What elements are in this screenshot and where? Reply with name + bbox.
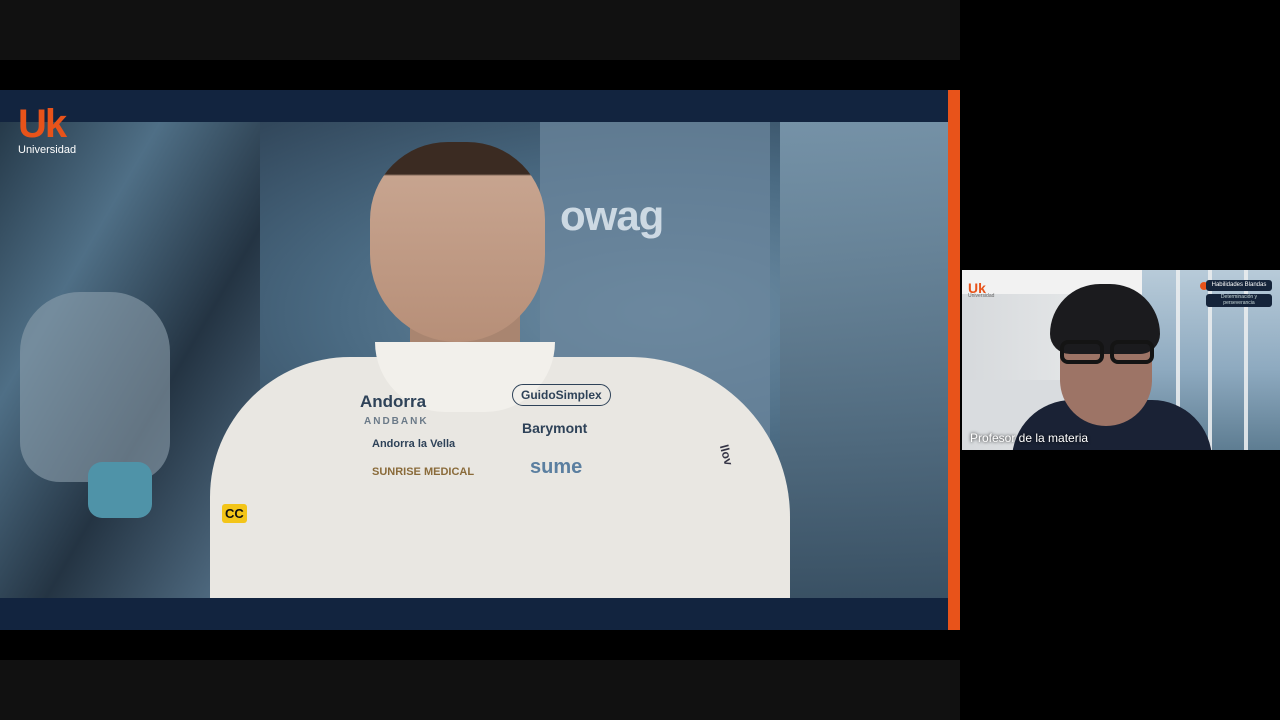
glasses-lens: [1060, 340, 1104, 364]
glasses-lens: [1110, 340, 1154, 364]
uk-logo-mark: Uk: [18, 102, 67, 146]
sponsor-left-patch: CC: [222, 504, 247, 523]
uk-universidad-logo: Uk Universidad: [18, 102, 88, 156]
sponsor-sume: sume: [530, 456, 583, 478]
video-hand: [20, 292, 170, 482]
tile-chip-subtitle: Determinación y perseverancia: [1206, 294, 1272, 307]
sponsor-andorra: Andorra: [360, 392, 427, 411]
video-presenter: [200, 142, 800, 598]
professor-avatar: [1012, 284, 1212, 450]
glasses-icon: [1032, 340, 1154, 364]
bottom-letterbox: [0, 660, 960, 720]
sponsor-andbank: ANDBANK: [364, 416, 429, 427]
video-frame: owag: [0, 122, 948, 598]
uk-logo-name: Universidad: [18, 144, 77, 156]
video-background-right: [780, 122, 948, 598]
stage-accent-bar: [948, 90, 960, 630]
shared-video-stage[interactable]: owag: [0, 90, 948, 630]
tile-uk-logo-name: Universidad: [968, 293, 995, 299]
video-watch: [88, 462, 152, 518]
top-letterbox: [0, 0, 960, 60]
sponsor-guidosimplex: GuidoSimplex: [512, 384, 611, 406]
presenter-head: [370, 142, 545, 342]
sponsor-sunrise-medical: SUNRISE MEDICAL: [372, 466, 475, 478]
sponsor-barymont: Barymont: [522, 420, 588, 436]
tile-chip-title: Habilidades Blandas: [1206, 280, 1272, 291]
participant-name-label: Profesor de la materia: [970, 431, 1089, 445]
sponsor-andorra-la-vella: Andorra la Vella: [372, 438, 456, 450]
